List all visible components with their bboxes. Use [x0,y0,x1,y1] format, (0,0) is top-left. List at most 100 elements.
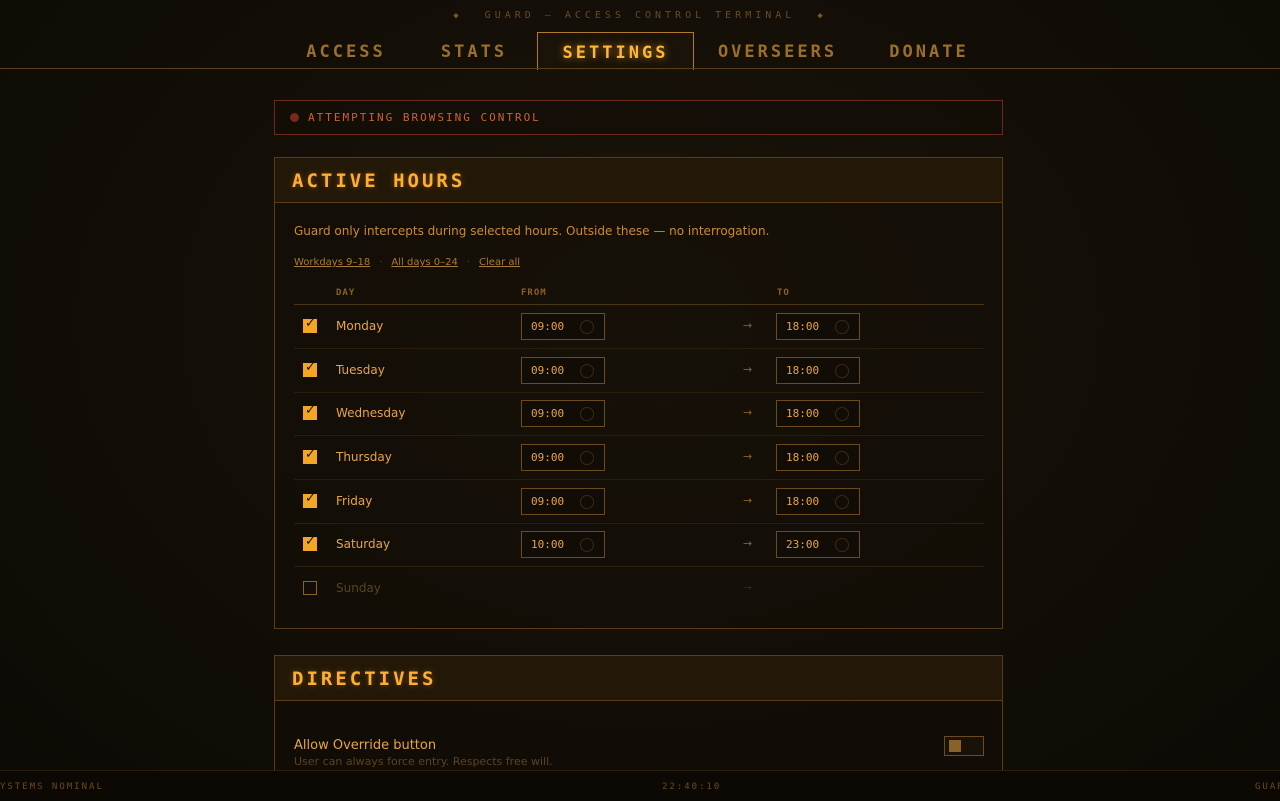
override-label: Allow Override button [294,738,437,753]
clock-icon [835,451,849,465]
from-time-value: 10:00 [531,538,565,551]
schedule-row-saturday: Saturday 10:00 → 23:00 [294,523,984,567]
tab-overseers[interactable]: OVERSEERS [705,32,850,68]
schedule-row-wednesday: Wednesday 09:00 → 18:00 [294,392,984,436]
preset-links: Workdays 9–18 · All days 0–24 · Clear all [294,257,520,268]
tab-donate[interactable]: DONATE [875,32,983,68]
day-label: Sunday [336,581,381,595]
terminal-title: ◆ GUARD — ACCESS CONTROL TERMINAL ◆ [0,10,1280,21]
tab-bar: ACCESS STATS SETTINGS OVERSEERS DONATE [0,32,1280,70]
from-time-value: 09:00 [531,320,565,333]
clock-icon [835,320,849,334]
to-time-value: 18:00 [786,320,820,333]
clock-icon [580,538,594,552]
arrow-icon: → [743,450,753,463]
schedule-row-thursday: Thursday 09:00 → 18:00 [294,436,984,480]
to-time-value: 18:00 [786,495,820,508]
day-checkbox[interactable] [303,403,317,420]
day-label: Tuesday [336,363,385,377]
column-header-from: FROM [521,288,547,298]
day-label: Friday [336,494,373,508]
from-time-input[interactable]: 09:00 [521,313,605,340]
preset-workdays-link[interactable]: Workdays 9–18 [294,257,370,268]
active-hours-description: Guard only intercepts during selected ho… [294,224,770,238]
arrow-icon: → [743,319,753,332]
from-time-value: 09:00 [531,364,565,377]
day-label: Thursday [336,450,392,464]
from-time-value: 09:00 [531,407,565,420]
column-header-to: TO [777,288,790,298]
to-time-value: 18:00 [786,364,820,377]
from-time-input[interactable]: 09:00 [521,488,605,515]
schedule-row-monday: Monday 09:00 → 18:00 [294,305,984,349]
day-label: Monday [336,319,384,333]
terminal-title-text: GUARD — ACCESS CONTROL TERMINAL [484,10,796,21]
arrow-icon: → [743,363,753,376]
clock-icon [580,407,594,421]
day-label: Saturday [336,537,391,551]
from-time-input[interactable]: 09:00 [521,357,605,384]
tab-stats[interactable]: STATS [424,32,524,68]
to-time-input[interactable]: 18:00 [776,400,860,427]
day-checkbox[interactable] [303,534,317,551]
column-header-day: DAY [336,288,356,298]
day-checkbox[interactable] [303,316,317,333]
from-time-value: 09:00 [531,451,565,464]
status-bar: YSTEMS NOMINAL 22:40:10 GUAR [0,770,1280,801]
to-time-value: 18:00 [786,451,820,464]
directives-header: DIRECTIVES [275,656,1002,701]
status-left: YSTEMS NOMINAL [0,782,104,792]
alert-dot-icon [290,113,299,122]
clock-icon [835,364,849,378]
from-time-value: 09:00 [531,495,565,508]
clock-icon [580,364,594,378]
status-clock: 22:40:10 [662,782,722,792]
override-toggle[interactable] [944,736,984,756]
active-hours-header: ACTIVE HOURS [275,158,1002,203]
toggle-knob [949,740,961,752]
tab-settings[interactable]: SETTINGS [537,32,694,70]
day-label: Wednesday [336,406,406,420]
clock-icon [580,495,594,509]
clock-icon [835,495,849,509]
day-checkbox[interactable] [303,491,317,508]
to-time-value: 23:00 [786,538,820,551]
tab-divider [0,68,1280,69]
tab-access[interactable]: ACCESS [292,32,400,68]
schedule-row-friday: Friday 09:00 → 18:00 [294,480,984,524]
from-time-input[interactable]: 10:00 [521,531,605,558]
to-time-input[interactable]: 18:00 [776,313,860,340]
diamond-right-icon: ◆ [817,11,827,21]
status-right: GUAR [1255,782,1280,792]
preset-separator: · [466,257,471,268]
directives-panel: DIRECTIVES Allow Override button User ca… [274,655,1003,785]
to-time-input[interactable]: 18:00 [776,444,860,471]
preset-clear-all-link[interactable]: Clear all [479,257,520,268]
from-time-input[interactable]: 09:00 [521,444,605,471]
from-time-input[interactable]: 09:00 [521,400,605,427]
override-description: User can always force entry. Respects fr… [294,755,553,768]
clock-icon [580,451,594,465]
preset-all-days-link[interactable]: All days 0–24 [391,257,457,268]
alert-text: ATTEMPTING BROWSING CONTROL [308,111,541,124]
schedule-row-sunday: Sunday → [294,567,984,610]
clock-icon [580,320,594,334]
to-time-input[interactable]: 18:00 [776,357,860,384]
to-time-value: 18:00 [786,407,820,420]
directives-title: DIRECTIVES [292,668,437,690]
arrow-icon: → [743,537,753,550]
active-hours-panel: ACTIVE HOURS Guard only intercepts durin… [274,157,1003,629]
to-time-input[interactable]: 23:00 [776,531,860,558]
preset-separator: · [379,257,383,268]
diamond-left-icon: ◆ [453,11,463,21]
arrow-icon: → [743,406,753,419]
to-time-input[interactable]: 18:00 [776,488,860,515]
top-bar: ◆ GUARD — ACCESS CONTROL TERMINAL ◆ ACCESS… [0,0,1280,70]
arrow-icon: → [743,581,753,594]
clock-icon [835,538,849,552]
clock-icon [835,407,849,421]
status-alert: ATTEMPTING BROWSING CONTROL [274,100,1003,135]
day-checkbox[interactable] [303,360,317,377]
day-checkbox[interactable] [303,447,317,464]
day-checkbox[interactable] [303,581,317,595]
